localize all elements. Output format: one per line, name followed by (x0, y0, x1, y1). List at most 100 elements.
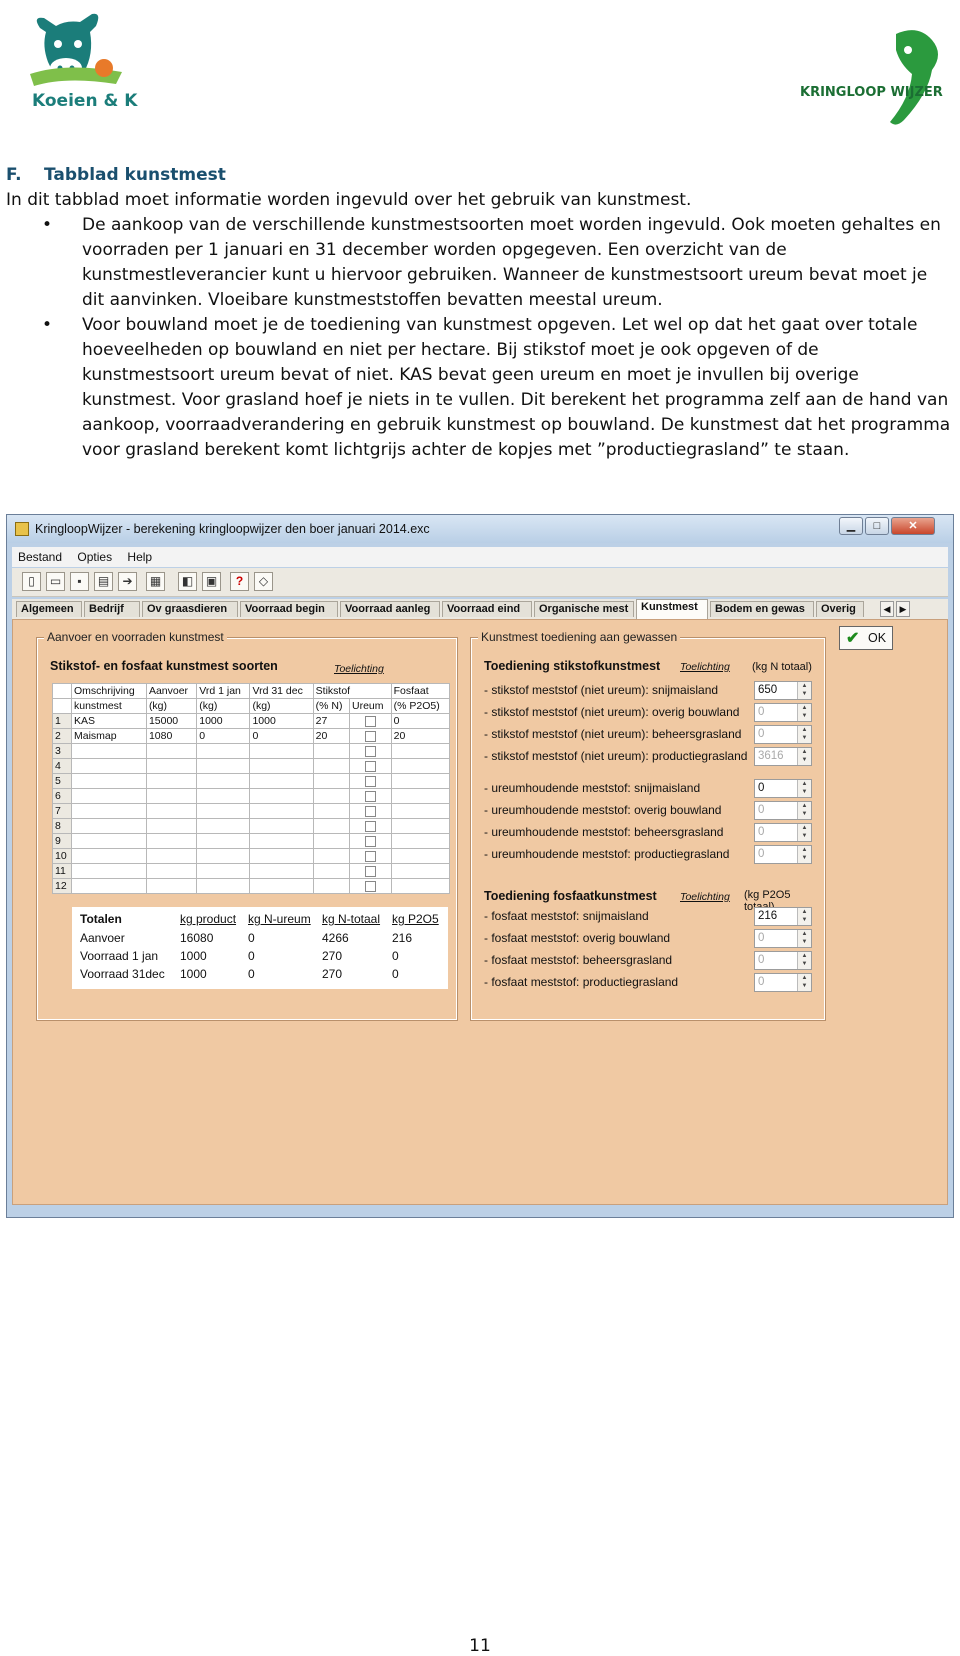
stikstof-spinner[interactable]: 3616 ▲ ▼ (754, 747, 812, 766)
stikstof-spinner[interactable]: 0 ▲ ▼ (754, 703, 812, 722)
cell-stikstof[interactable] (312, 788, 350, 804)
cell-ureum[interactable] (348, 878, 392, 894)
ureum-checkbox[interactable] (364, 775, 376, 787)
cell-vrd-31dec[interactable] (249, 758, 314, 774)
table-row[interactable]: 10 (52, 848, 451, 864)
cell-aanvoer[interactable] (145, 863, 198, 879)
cell-ureum[interactable] (348, 773, 392, 789)
cell-vrd-31dec[interactable] (249, 848, 314, 864)
fosfaat-toelichting-link[interactable]: Toelichting (680, 891, 730, 903)
cell-omschrijving[interactable] (71, 848, 147, 864)
cell-aanvoer[interactable] (145, 803, 198, 819)
ureum-checkbox[interactable] (364, 760, 376, 772)
tab-algemeen[interactable]: Algemeen (16, 601, 82, 617)
spinner-arrows-icon[interactable]: ▲ ▼ (797, 748, 811, 765)
cell-vrd-1jan[interactable] (196, 803, 251, 819)
fosfaat-spinner[interactable]: 0 ▲ ▼ (754, 929, 812, 948)
cell-ureum[interactable] (348, 833, 392, 849)
cell-fosfaat[interactable] (390, 788, 451, 804)
minimize-button[interactable]: ▁ (839, 517, 863, 535)
cell-omschrijving[interactable] (71, 803, 147, 819)
export-icon[interactable]: ➔ (118, 572, 137, 591)
spinner-arrows-icon[interactable]: ▲ ▼ (797, 802, 811, 819)
tab-voorraad-eind[interactable]: Voorraad eind (442, 601, 532, 617)
ureum-checkbox[interactable] (364, 790, 376, 802)
tab-overig[interactable]: Overig (816, 601, 864, 617)
cell-omschrijving[interactable]: Maismap (71, 728, 147, 744)
cell-vrd-1jan[interactable]: 0 (196, 728, 251, 744)
print-preview-icon[interactable]: ▤ (94, 572, 113, 591)
cell-stikstof[interactable] (312, 878, 350, 894)
cell-stikstof[interactable]: 27 (312, 713, 350, 729)
spinner-arrows-icon[interactable]: ▲ ▼ (797, 824, 811, 841)
tab-scroll-right-icon[interactable]: ▶ (896, 601, 910, 617)
stikstof-spinner[interactable]: 0 ▲ ▼ (754, 779, 812, 798)
cell-aanvoer[interactable]: 15000 (145, 713, 198, 729)
table-row[interactable]: 1 KAS 15000 1000 1000 27 0 (52, 713, 451, 729)
cell-aanvoer[interactable] (145, 773, 198, 789)
printer-icon[interactable]: ▣ (202, 572, 221, 591)
cell-vrd-31dec[interactable] (249, 743, 314, 759)
table-row[interactable]: 8 (52, 818, 451, 834)
cell-vrd-1jan[interactable] (196, 818, 251, 834)
ureum-checkbox[interactable] (364, 805, 376, 817)
tab-kunstmest[interactable]: Kunstmest (636, 599, 708, 619)
cell-vrd-1jan[interactable] (196, 743, 251, 759)
cell-fosfaat[interactable]: 20 (390, 728, 451, 744)
cell-stikstof[interactable] (312, 818, 350, 834)
table-row[interactable]: 6 (52, 788, 451, 804)
table-row[interactable]: 4 (52, 758, 451, 774)
cell-omschrijving[interactable] (71, 818, 147, 834)
cell-fosfaat[interactable] (390, 818, 451, 834)
cell-aanvoer[interactable] (145, 788, 198, 804)
spinner-arrows-icon[interactable]: ▲ ▼ (797, 704, 811, 721)
cell-ureum[interactable] (348, 713, 392, 729)
ureum-checkbox[interactable] (364, 865, 376, 877)
cell-vrd-31dec[interactable] (249, 818, 314, 834)
cell-vrd-1jan[interactable]: 1000 (196, 713, 251, 729)
ureum-checkbox[interactable] (364, 745, 376, 757)
ureum-checkbox[interactable] (364, 850, 376, 862)
cell-vrd-1jan[interactable] (196, 878, 251, 894)
table-row[interactable]: 12 (52, 878, 451, 894)
cell-omschrijving[interactable] (71, 773, 147, 789)
eraser-icon[interactable]: ◇ (254, 572, 273, 591)
stikstof-spinner[interactable]: 0 ▲ ▼ (754, 725, 812, 744)
tab-voorraad-begin[interactable]: Voorraad begin (240, 601, 338, 617)
tab-scroll-left-icon[interactable]: ◀ (880, 601, 894, 617)
cell-vrd-31dec[interactable] (249, 803, 314, 819)
cell-ureum[interactable] (348, 728, 392, 744)
toelichting-link[interactable]: Toelichting (334, 663, 384, 675)
cell-vrd-31dec[interactable]: 0 (249, 728, 314, 744)
cell-vrd-1jan[interactable] (196, 848, 251, 864)
cell-stikstof[interactable] (312, 863, 350, 879)
cell-ureum[interactable] (348, 818, 392, 834)
cell-fosfaat[interactable] (390, 863, 451, 879)
help-icon[interactable]: ? (230, 572, 249, 591)
ureum-checkbox[interactable] (364, 835, 376, 847)
cell-vrd-1jan[interactable] (196, 833, 251, 849)
cell-aanvoer[interactable] (145, 758, 198, 774)
spinner-arrows-icon[interactable]: ▲ ▼ (797, 846, 811, 863)
cell-aanvoer[interactable] (145, 818, 198, 834)
cell-fosfaat[interactable] (390, 803, 451, 819)
new-icon[interactable]: ▯ (22, 572, 41, 591)
cell-fosfaat[interactable] (390, 878, 451, 894)
stikstof-spinner[interactable]: 0 ▲ ▼ (754, 801, 812, 820)
cell-aanvoer[interactable]: 1080 (145, 728, 198, 744)
ok-button[interactable]: ✔ OK (839, 626, 893, 650)
tab-bodem-en-gewas[interactable]: Bodem en gewas (710, 601, 814, 617)
tab-ov-graasdieren[interactable]: Ov graasdieren (142, 601, 238, 617)
ureum-checkbox[interactable] (364, 730, 376, 742)
cell-fosfaat[interactable] (390, 758, 451, 774)
cell-omschrijving[interactable] (71, 863, 147, 879)
spinner-arrows-icon[interactable]: ▲ ▼ (797, 780, 811, 797)
spinner-arrows-icon[interactable]: ▲ ▼ (797, 974, 811, 991)
cell-stikstof[interactable] (312, 773, 350, 789)
fosfaat-spinner[interactable]: 0 ▲ ▼ (754, 973, 812, 992)
ureum-checkbox[interactable] (364, 820, 376, 832)
spinner-arrows-icon[interactable]: ▲ ▼ (797, 952, 811, 969)
tab-bedrijf[interactable]: Bedrijf (84, 601, 140, 617)
report-icon[interactable]: ◧ (178, 572, 197, 591)
cell-fosfaat[interactable] (390, 848, 451, 864)
